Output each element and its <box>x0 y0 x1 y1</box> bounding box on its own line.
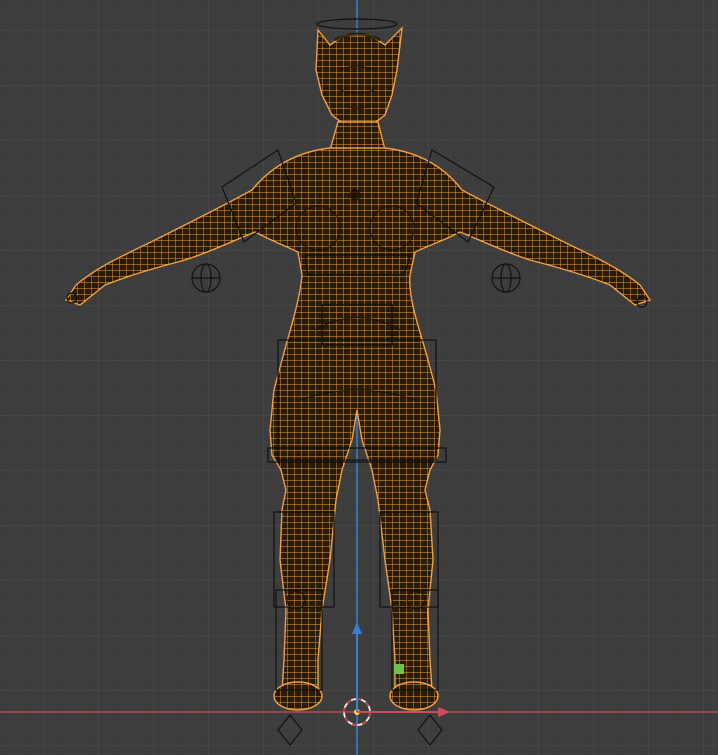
gizmo-plane-handle[interactable] <box>394 664 404 674</box>
neck-mesh <box>329 121 386 151</box>
viewport-canvas[interactable] <box>0 0 718 755</box>
left-foot-mesh <box>273 681 323 711</box>
right-foot-mesh <box>389 681 439 711</box>
3d-viewport[interactable] <box>0 0 718 755</box>
